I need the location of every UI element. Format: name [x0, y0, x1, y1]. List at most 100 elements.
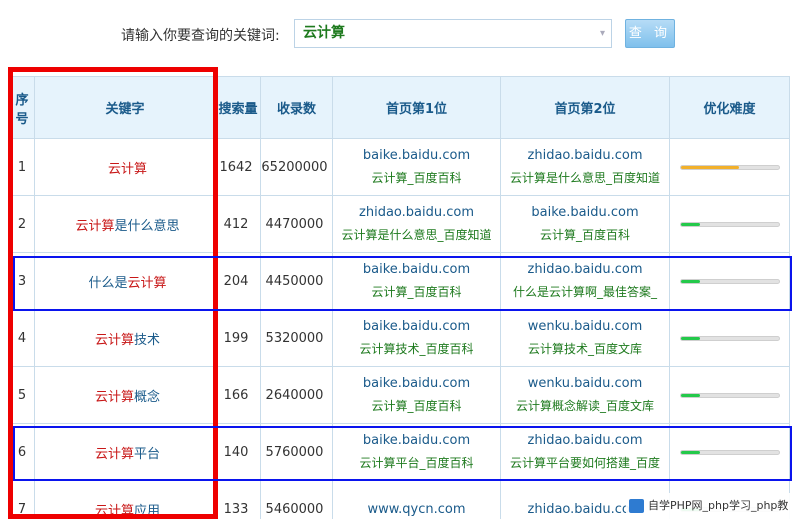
rank2-site-link[interactable]: baike.baidu.com: [501, 201, 669, 224]
search-label: 请输入你要查询的关键词:: [121, 28, 280, 44]
rank1-cell[interactable]: baike.baidu.com 云计算_百度百科: [332, 252, 501, 310]
table-row: 1 云计算 1642 65200000 baike.baidu.com 云计算_百度百科 z…: [9, 138, 790, 196]
search-volume: 1642: [215, 138, 261, 196]
indexed-count: 4470000: [260, 195, 333, 253]
keyword-cell[interactable]: 云计算概念: [34, 366, 216, 424]
search-button[interactable]: 查 询: [625, 19, 675, 48]
rank2-title-link[interactable]: 什么是云计算啊_最佳答案_: [501, 281, 669, 304]
rank2-title-link[interactable]: 云计算_百度百科: [501, 224, 669, 247]
keyword-input-value: 云计算: [303, 25, 345, 41]
rank1-title-link[interactable]: 云计算_百度百科: [333, 281, 500, 304]
rank2-site-link[interactable]: zhidao.baidu.com: [501, 429, 669, 452]
indexed-count: 5460000: [260, 480, 333, 519]
search-volume: 166: [215, 366, 261, 424]
chevron-down-icon[interactable]: ▾: [600, 20, 605, 47]
watermark: 自学PHP网_php学习_php教: [626, 493, 798, 519]
search-bar: 请输入你要查询的关键词: 云计算 ▾ 查 询: [0, 0, 798, 60]
row-index: 1: [9, 138, 35, 196]
keyword-cell[interactable]: 云计算是什么意思: [34, 195, 216, 253]
rank2-title-link[interactable]: 云计算平台要如何搭建_百度: [501, 452, 669, 475]
keyword-match: 云计算: [127, 275, 167, 291]
keyword-suffix: 技术: [134, 332, 161, 348]
rank2-cell[interactable]: baike.baidu.com 云计算_百度百科: [500, 195, 670, 253]
rank1-site-link[interactable]: baike.baidu.com: [333, 315, 500, 338]
difficulty-bar-fill: [680, 165, 740, 169]
indexed-count: 65200000: [260, 138, 333, 196]
keyword-input[interactable]: 云计算 ▾: [294, 19, 612, 48]
keyword-match: 云计算: [94, 446, 134, 462]
difficulty-bar-fill: [680, 336, 701, 340]
table-row: 5 云计算概念 166 2640000 baike.baidu.com 云计算_百度百科 w…: [9, 366, 790, 424]
site-logo-icon: [629, 499, 644, 513]
rank1-site-link[interactable]: zhidao.baidu.com: [333, 201, 500, 224]
difficulty-bar: [679, 221, 780, 227]
difficulty-bar-fill: [680, 450, 701, 454]
rank1-cell[interactable]: baike.baidu.com 云计算_百度百科: [332, 138, 501, 196]
rank1-site-link[interactable]: baike.baidu.com: [333, 258, 500, 281]
keyword-cell[interactable]: 什么是云计算: [34, 252, 216, 310]
rank1-title-link[interactable]: 云计算_百度百科: [333, 395, 500, 418]
header-keyword: 关键字: [34, 76, 216, 139]
row-index: 4: [9, 309, 35, 367]
rank1-cell[interactable]: baike.baidu.com 云计算技术_百度百科: [332, 309, 501, 367]
row-index: 7: [9, 480, 35, 519]
table-row: 2 云计算是什么意思 412 4470000 zhidao.baidu.com 云计算是什…: [9, 195, 790, 253]
header-search-volume: 搜索量: [215, 76, 261, 139]
difficulty-cell: [669, 366, 790, 424]
table-row: 3 什么是云计算 204 4450000 baike.baidu.com 云计算_百度百科…: [9, 252, 790, 310]
rank2-title-link[interactable]: 云计算概念解读_百度文库: [501, 395, 669, 418]
row-index: 3: [9, 252, 35, 310]
rank1-title-link[interactable]: 云计算_百度百科: [333, 167, 500, 190]
row-index: 5: [9, 366, 35, 424]
rank2-title-link[interactable]: 云计算是什么意思_百度知道: [501, 167, 669, 190]
rank1-title-link[interactable]: 云计算平台_百度百科: [333, 452, 500, 475]
rank2-cell[interactable]: wenku.baidu.com 云计算技术_百度文库: [500, 309, 670, 367]
header-difficulty: 优化难度: [669, 76, 790, 139]
difficulty-cell: [669, 138, 790, 196]
rank2-cell[interactable]: zhidao.baidu.com 什么是云计算啊_最佳答案_: [500, 252, 670, 310]
difficulty-cell: [669, 423, 790, 481]
keyword-match: 云计算: [75, 218, 115, 234]
rank1-cell[interactable]: www.qycn.com: [332, 480, 501, 519]
keyword-table: 序号 关键字 搜索量 收录数 首页第1位 首页第2位 优化难度 1 云计算 1642…: [9, 76, 790, 519]
difficulty-cell: [669, 195, 790, 253]
rank1-site-link[interactable]: baike.baidu.com: [333, 372, 500, 395]
difficulty-bar: [679, 278, 780, 284]
rank2-site-link[interactable]: zhidao.baidu.com: [501, 258, 669, 281]
keyword-cell[interactable]: 云计算应用: [34, 480, 216, 519]
search-volume: 133: [215, 480, 261, 519]
rank2-cell[interactable]: wenku.baidu.com 云计算概念解读_百度文库: [500, 366, 670, 424]
rank1-cell[interactable]: baike.baidu.com 云计算_百度百科: [332, 366, 501, 424]
rank2-site-link[interactable]: zhidao.baidu.com: [501, 144, 669, 167]
header-indexed: 收录数: [260, 76, 333, 139]
rank1-site-link[interactable]: baike.baidu.com: [333, 429, 500, 452]
keyword-match: 云计算: [94, 389, 134, 405]
rank2-site-link[interactable]: wenku.baidu.com: [501, 372, 669, 395]
difficulty-bar: [679, 449, 780, 455]
rank2-cell[interactable]: zhidao.baidu.com 云计算是什么意思_百度知道: [500, 138, 670, 196]
keyword-cell[interactable]: 云计算: [34, 138, 216, 196]
rank2-site-link[interactable]: wenku.baidu.com: [501, 315, 669, 338]
rank2-title-link[interactable]: 云计算技术_百度文库: [501, 338, 669, 361]
search-volume: 412: [215, 195, 261, 253]
search-volume: 199: [215, 309, 261, 367]
rank1-cell[interactable]: zhidao.baidu.com 云计算是什么意思_百度知道: [332, 195, 501, 253]
keyword-suffix: 应用: [134, 503, 161, 519]
watermark-text: 自学PHP网_php学习_php教: [648, 499, 789, 512]
rank1-site-link[interactable]: www.qycn.com: [333, 498, 500, 519]
header-index: 序号: [9, 76, 35, 139]
table-body: 1 云计算 1642 65200000 baike.baidu.com 云计算_百度百科 z…: [9, 138, 790, 519]
difficulty-bar: [679, 392, 780, 398]
rank1-site-link[interactable]: baike.baidu.com: [333, 144, 500, 167]
keyword-cell[interactable]: 云计算技术: [34, 309, 216, 367]
indexed-count: 4450000: [260, 252, 333, 310]
header-rank2: 首页第2位: [500, 76, 670, 139]
difficulty-bar-fill: [680, 279, 701, 283]
rank2-cell[interactable]: zhidao.baidu.com 云计算平台要如何搭建_百度: [500, 423, 670, 481]
table-row: 6 云计算平台 140 5760000 baike.baidu.com 云计算平台_百度百…: [9, 423, 790, 481]
table-row: 4 云计算技术 199 5320000 baike.baidu.com 云计算技术_百度百…: [9, 309, 790, 367]
rank1-title-link[interactable]: 云计算技术_百度百科: [333, 338, 500, 361]
rank1-cell[interactable]: baike.baidu.com 云计算平台_百度百科: [332, 423, 501, 481]
keyword-cell[interactable]: 云计算平台: [34, 423, 216, 481]
rank1-title-link[interactable]: 云计算是什么意思_百度知道: [333, 224, 500, 247]
